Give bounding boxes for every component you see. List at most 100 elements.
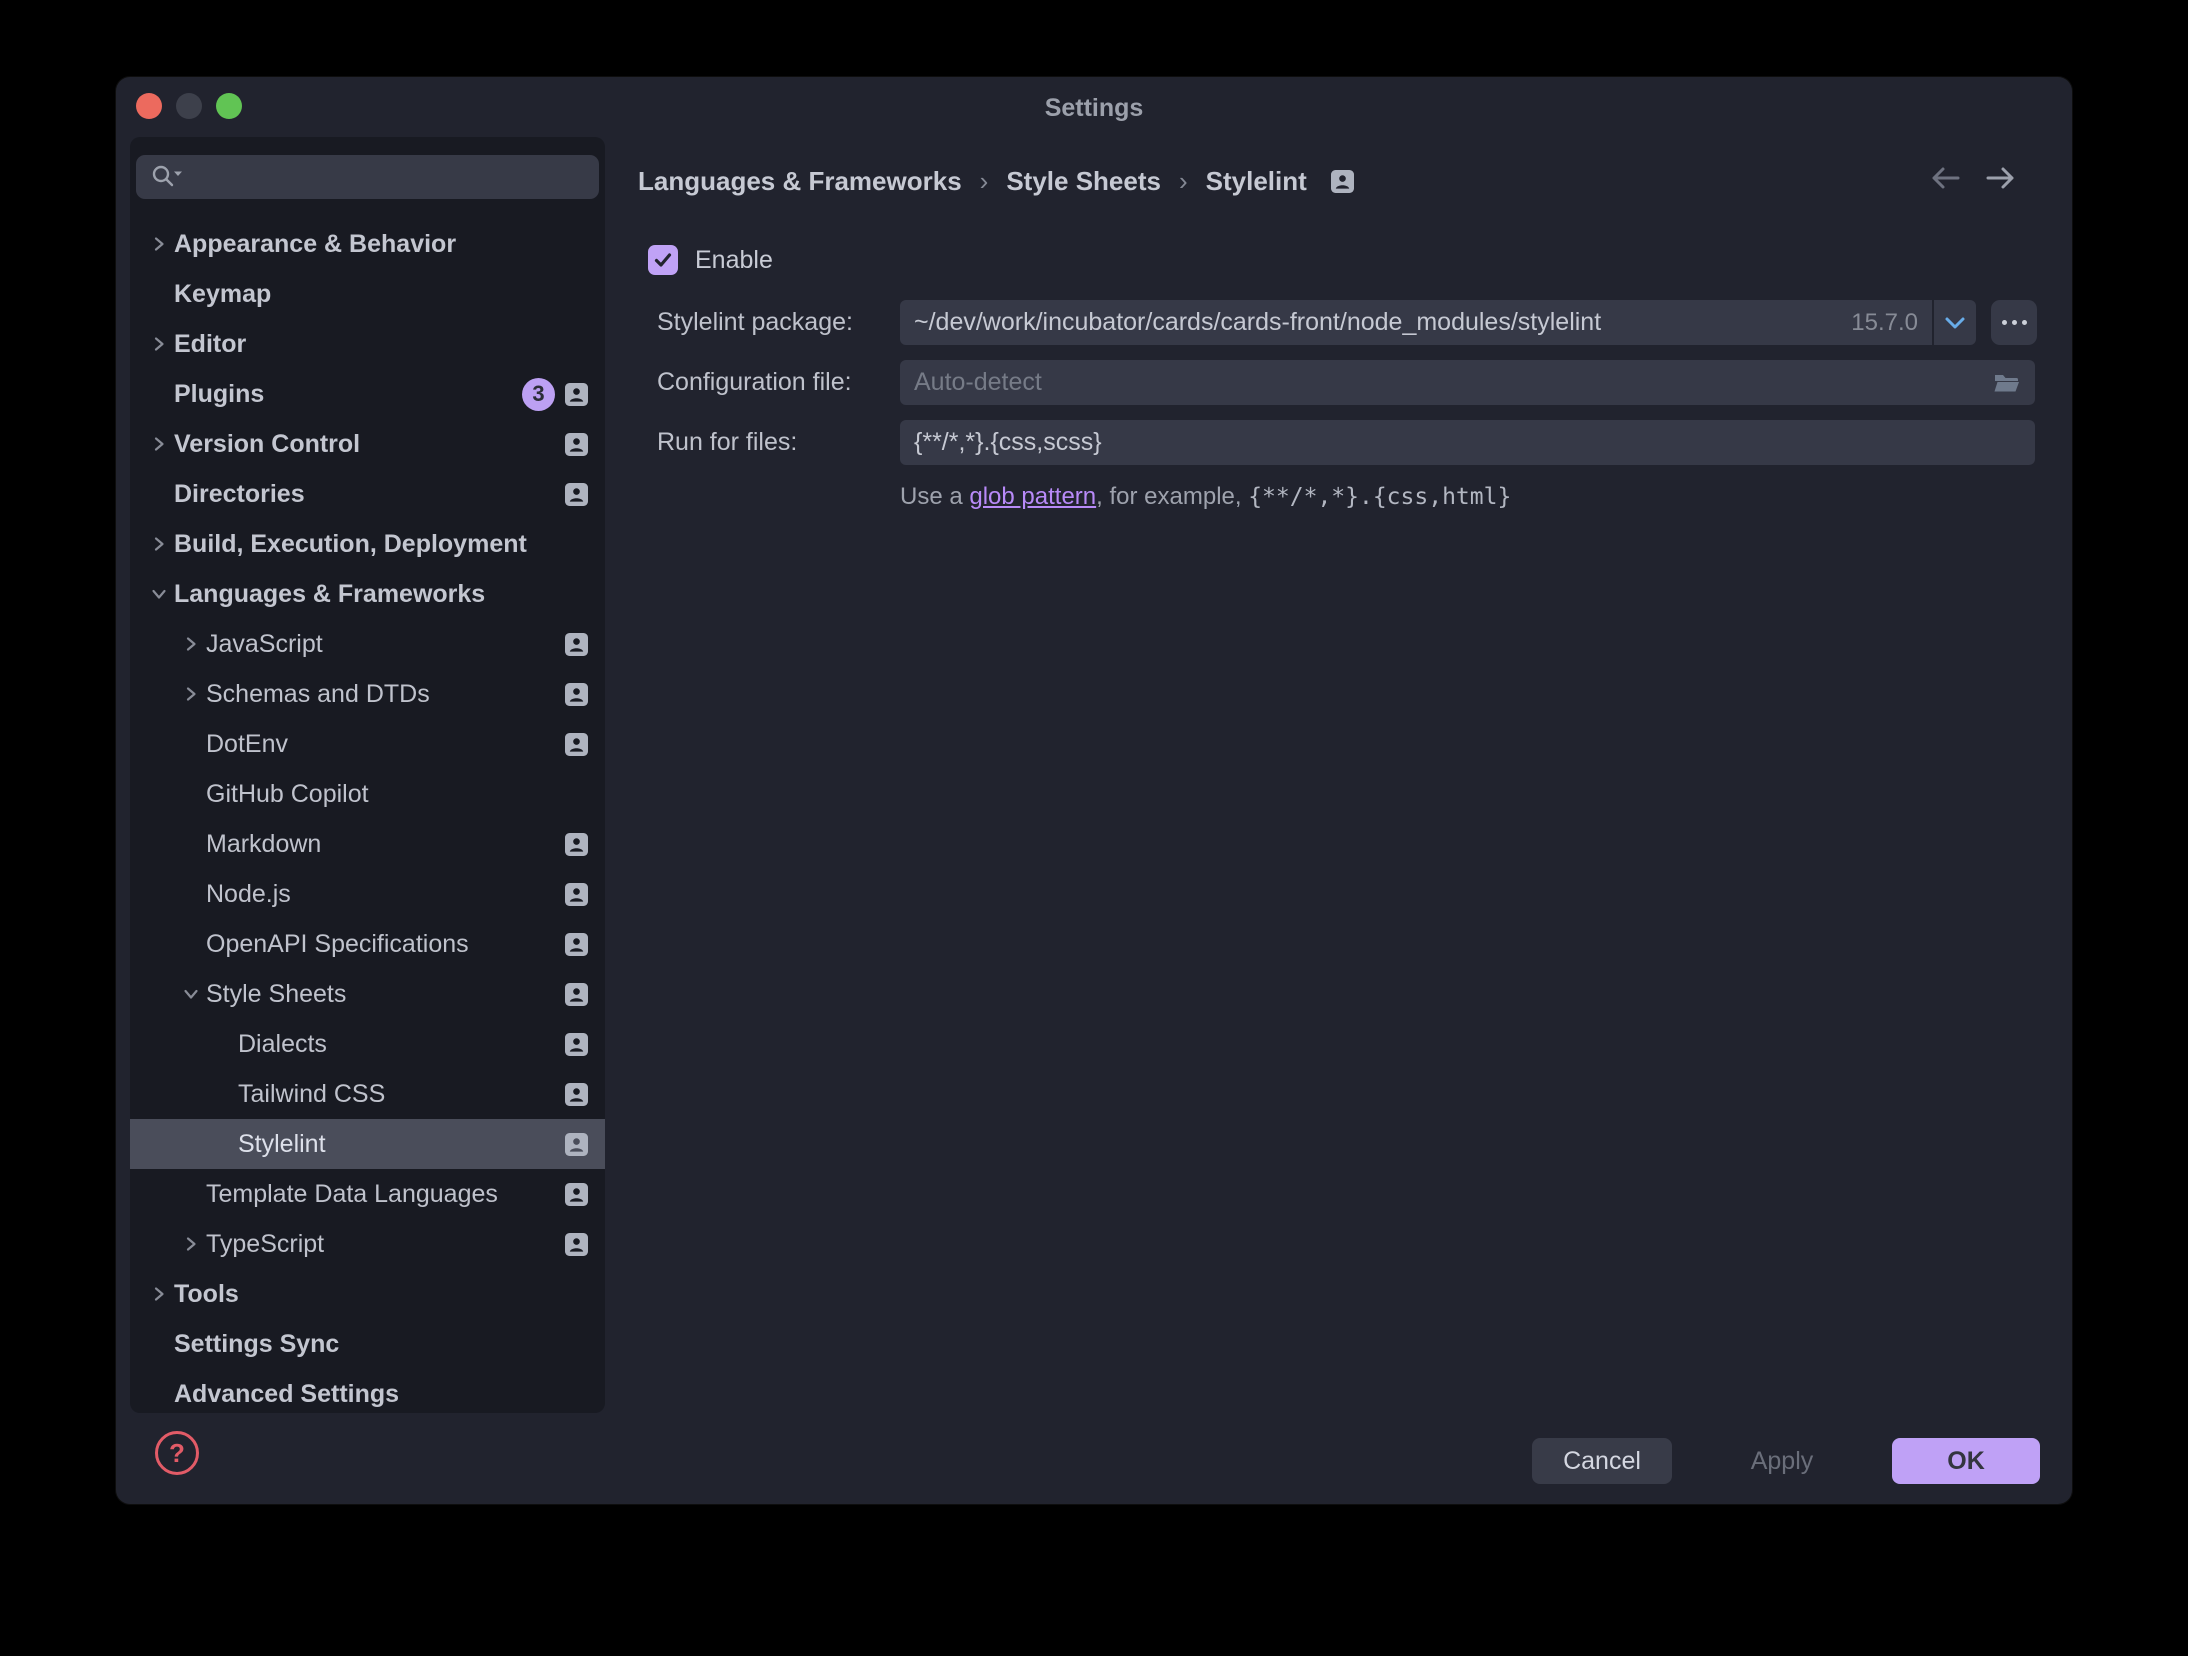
sidebar-item-dotenv[interactable]: DotEnv: [130, 719, 605, 769]
sidebar-item-dialects[interactable]: Dialects: [130, 1019, 605, 1069]
sidebar-item-tools[interactable]: Tools: [130, 1269, 605, 1319]
chevron-right-icon[interactable]: [176, 629, 206, 659]
glob-example: {**/*,*}.{css,html}: [1248, 484, 1511, 510]
sidebar-item-schemas-and-dtds[interactable]: Schemas and DTDs: [130, 669, 605, 719]
breadcrumb-segment-style-sheets[interactable]: Style Sheets: [1006, 166, 1161, 197]
chevron-right-icon[interactable]: [144, 229, 174, 259]
question-mark-icon: ?: [169, 1438, 185, 1469]
ok-button[interactable]: OK: [1892, 1438, 2040, 1484]
chevron-spacer: [176, 1179, 206, 1209]
sidebar-item-directories[interactable]: Directories: [130, 469, 605, 519]
sidebar-item-style-sheets[interactable]: Style Sheets: [130, 969, 605, 1019]
sidebar-item-advanced-settings[interactable]: Advanced Settings: [130, 1369, 605, 1413]
sidebar-item-openapi-specifications[interactable]: OpenAPI Specifications: [130, 919, 605, 969]
config-file-label: Configuration file:: [657, 360, 852, 405]
help-middle: , for example,: [1096, 483, 1248, 511]
sidebar-item-version-control[interactable]: Version Control: [130, 419, 605, 469]
chevron-right-icon[interactable]: [144, 529, 174, 559]
sidebar-item-tailwind-css[interactable]: Tailwind CSS: [130, 1069, 605, 1119]
sidebar-item-typescript[interactable]: TypeScript: [130, 1219, 605, 1269]
sidebar-item-javascript[interactable]: JavaScript: [130, 619, 605, 669]
sidebar-item-label: GitHub Copilot: [206, 780, 369, 809]
sidebar-item-label: Dialects: [238, 1030, 327, 1059]
package-dropdown-button[interactable]: [1934, 300, 1976, 345]
per-project-settings-icon: [565, 683, 588, 706]
sidebar-item-stylelint[interactable]: Stylelint: [130, 1119, 605, 1169]
sidebar-item-github-copilot[interactable]: GitHub Copilot: [130, 769, 605, 819]
history-nav: [1930, 165, 2016, 191]
chevron-spacer: [144, 479, 174, 509]
sidebar-item-trailing: [565, 633, 588, 656]
sidebar-item-label: Tailwind CSS: [238, 1080, 385, 1109]
run-for-files-input[interactable]: {**/*,*}.{css,scss}: [900, 420, 2035, 465]
chevron-down-icon: [1944, 316, 1966, 330]
enable-checkbox[interactable]: [648, 245, 678, 275]
apply-button[interactable]: Apply: [1712, 1438, 1852, 1484]
chevron-right-icon[interactable]: [144, 329, 174, 359]
chevron-spacer: [144, 1379, 174, 1409]
help-button[interactable]: ?: [155, 1431, 199, 1475]
sidebar-item-trailing: [565, 833, 588, 856]
settings-content: Languages & Frameworks›Style Sheets›Styl…: [605, 137, 2072, 1413]
sidebar-item-label: Version Control: [174, 430, 360, 459]
chevron-down-icon[interactable]: [144, 579, 174, 609]
glob-help-text: Use a glob pattern, for example, {**/*,*…: [900, 479, 1511, 515]
settings-tree: Appearance & BehaviorKeymap Editor Plugins…: [130, 219, 605, 1413]
sidebar-item-languages-frameworks[interactable]: Languages & Frameworks: [130, 569, 605, 619]
sidebar-item-label: Directories: [174, 480, 305, 509]
sidebar-item-trailing: [565, 733, 588, 756]
glob-pattern-link[interactable]: glob pattern: [969, 483, 1096, 511]
folder-icon[interactable]: [1993, 371, 2021, 395]
sidebar-item-trailing: [565, 1183, 588, 1206]
sidebar-item-settings-sync[interactable]: Settings Sync: [130, 1319, 605, 1369]
cancel-button[interactable]: Cancel: [1532, 1438, 1672, 1484]
sidebar-item-trailing: [565, 1033, 588, 1056]
back-arrow-icon[interactable]: [1930, 165, 1960, 191]
sidebar-item-markdown[interactable]: Markdown: [130, 819, 605, 869]
per-project-settings-icon: [565, 1033, 588, 1056]
breadcrumb-segment-stylelint[interactable]: Stylelint: [1206, 166, 1307, 197]
chevron-spacer: [208, 1029, 238, 1059]
chevron-spacer: [208, 1129, 238, 1159]
per-project-settings-icon: [565, 983, 588, 1006]
sidebar-item-label: Node.js: [206, 880, 291, 909]
chevron-right-icon[interactable]: [144, 429, 174, 459]
chevron-right-icon[interactable]: [176, 1229, 206, 1259]
config-file-input[interactable]: Auto-detect: [900, 360, 2035, 405]
per-project-settings-icon: [565, 1133, 588, 1156]
chevron-spacer: [176, 729, 206, 759]
sidebar-item-trailing: [565, 883, 588, 906]
per-project-settings-icon: [565, 1183, 588, 1206]
sidebar-item-plugins[interactable]: Plugins3: [130, 369, 605, 419]
package-browse-button[interactable]: [1991, 300, 2037, 345]
sidebar-item-label: Tools: [174, 1280, 239, 1309]
search-input[interactable]: [136, 155, 599, 199]
chevron-right-icon[interactable]: [144, 1279, 174, 1309]
sidebar-item-appearance-behavior[interactable]: Appearance & Behavior: [130, 219, 605, 269]
sidebar-item-label: Advanced Settings: [174, 1380, 399, 1409]
stylelint-package-input[interactable]: ~/dev/work/incubator/cards/cards-front/n…: [900, 300, 1932, 345]
sidebar-item-keymap[interactable]: Keymap: [130, 269, 605, 319]
per-project-settings-icon: [565, 833, 588, 856]
sidebar-item-label: TypeScript: [206, 1230, 324, 1259]
sidebar-item-trailing: [565, 433, 588, 456]
sidebar-item-trailing: [565, 933, 588, 956]
forward-arrow-icon[interactable]: [1986, 165, 2016, 191]
breadcrumb-segment-languages-frameworks[interactable]: Languages & Frameworks: [638, 166, 962, 197]
per-project-settings-icon: [565, 483, 588, 506]
sidebar-item-editor[interactable]: Editor: [130, 319, 605, 369]
sidebar-item-label: JavaScript: [206, 630, 323, 659]
titlebar: Settings: [116, 77, 2072, 137]
run-for-files-label: Run for files:: [657, 420, 797, 465]
sidebar-item-trailing: [565, 983, 588, 1006]
sidebar-item-label: Editor: [174, 330, 246, 359]
help-prefix: Use a: [900, 483, 969, 511]
per-project-settings-icon: [565, 433, 588, 456]
sidebar-item-build-execution-deployment[interactable]: Build, Execution, Deployment: [130, 519, 605, 569]
sidebar-item-node-js[interactable]: Node.js: [130, 869, 605, 919]
chevron-right-icon[interactable]: [176, 679, 206, 709]
sidebar-item-trailing: [565, 1133, 588, 1156]
chevron-down-icon[interactable]: [176, 979, 206, 1009]
sidebar-item-template-data-languages[interactable]: Template Data Languages: [130, 1169, 605, 1219]
per-project-settings-icon: [565, 1083, 588, 1106]
